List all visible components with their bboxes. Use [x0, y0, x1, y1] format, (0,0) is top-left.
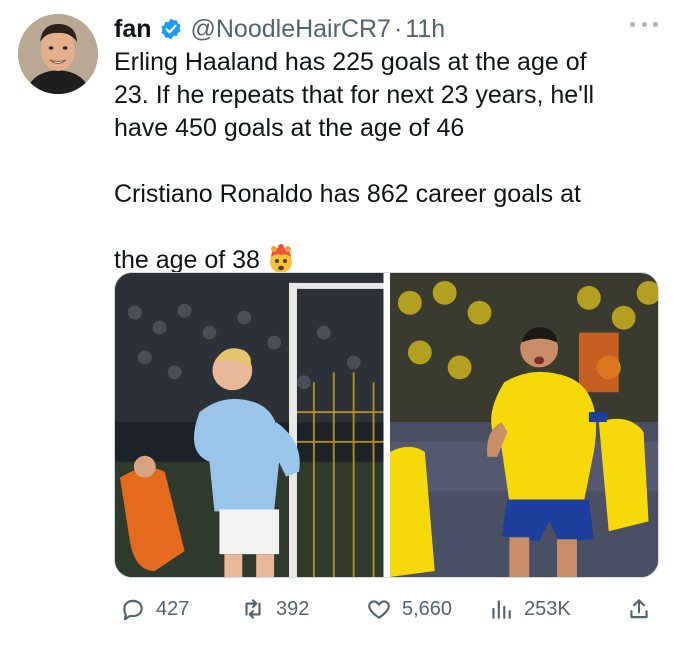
reply-count: 427: [156, 597, 190, 620]
author-name[interactable]: fan: [114, 15, 152, 44]
views-button[interactable]: 253K: [488, 592, 571, 626]
like-button[interactable]: 5,660: [366, 592, 452, 626]
tweet-paragraph-2-text: Cristiano Ronaldo has 862 career goals a…: [114, 180, 581, 274]
avatar-image: [18, 14, 98, 94]
reply-button[interactable]: 427: [120, 592, 189, 626]
tweet-text: Erling Haaland has 225 goals at the age …: [114, 46, 659, 277]
photo-ronaldo[interactable]: [389, 273, 658, 577]
separator-dot: ·: [393, 14, 403, 43]
avatar[interactable]: [18, 14, 98, 94]
tweet-paragraph-2: Cristiano Ronaldo has 862 career goals a…: [114, 178, 659, 277]
tweet-paragraph-1: Erling Haaland has 225 goals at the age …: [114, 48, 595, 142]
share-button[interactable]: [626, 592, 652, 626]
tweet-header: fan @NoodleHairCR7 · 11h: [114, 12, 445, 46]
exploding-head-emoji: [266, 211, 296, 273]
like-count: 5,660: [402, 597, 453, 620]
more-dots-icon[interactable]: [630, 14, 658, 34]
tweet-media[interactable]: [114, 272, 659, 578]
repost-count: 392: [276, 597, 310, 620]
views-count: 253K: [524, 597, 571, 620]
verified-badge-icon: [159, 17, 183, 41]
tweet-actions: 427 392 5,660 253K: [114, 592, 659, 626]
reply-bubble-icon: [123, 599, 143, 621]
tweet-card: fan @NoodleHairCR7 · 11h Erling Haaland …: [0, 0, 680, 650]
post-time[interactable]: 11h: [405, 15, 445, 44]
repost-button[interactable]: 392: [240, 592, 309, 626]
repost-arrows-icon: [245, 599, 261, 619]
ronaldo-photo-illustration: [389, 273, 658, 577]
views-bars-icon: [492, 600, 511, 619]
share-upload-icon: [630, 599, 648, 619]
heart-icon: [368, 600, 390, 619]
photo-haaland[interactable]: [115, 273, 384, 577]
author-handle[interactable]: @NoodleHairCR7: [191, 15, 391, 44]
haaland-photo-illustration: [115, 273, 384, 577]
